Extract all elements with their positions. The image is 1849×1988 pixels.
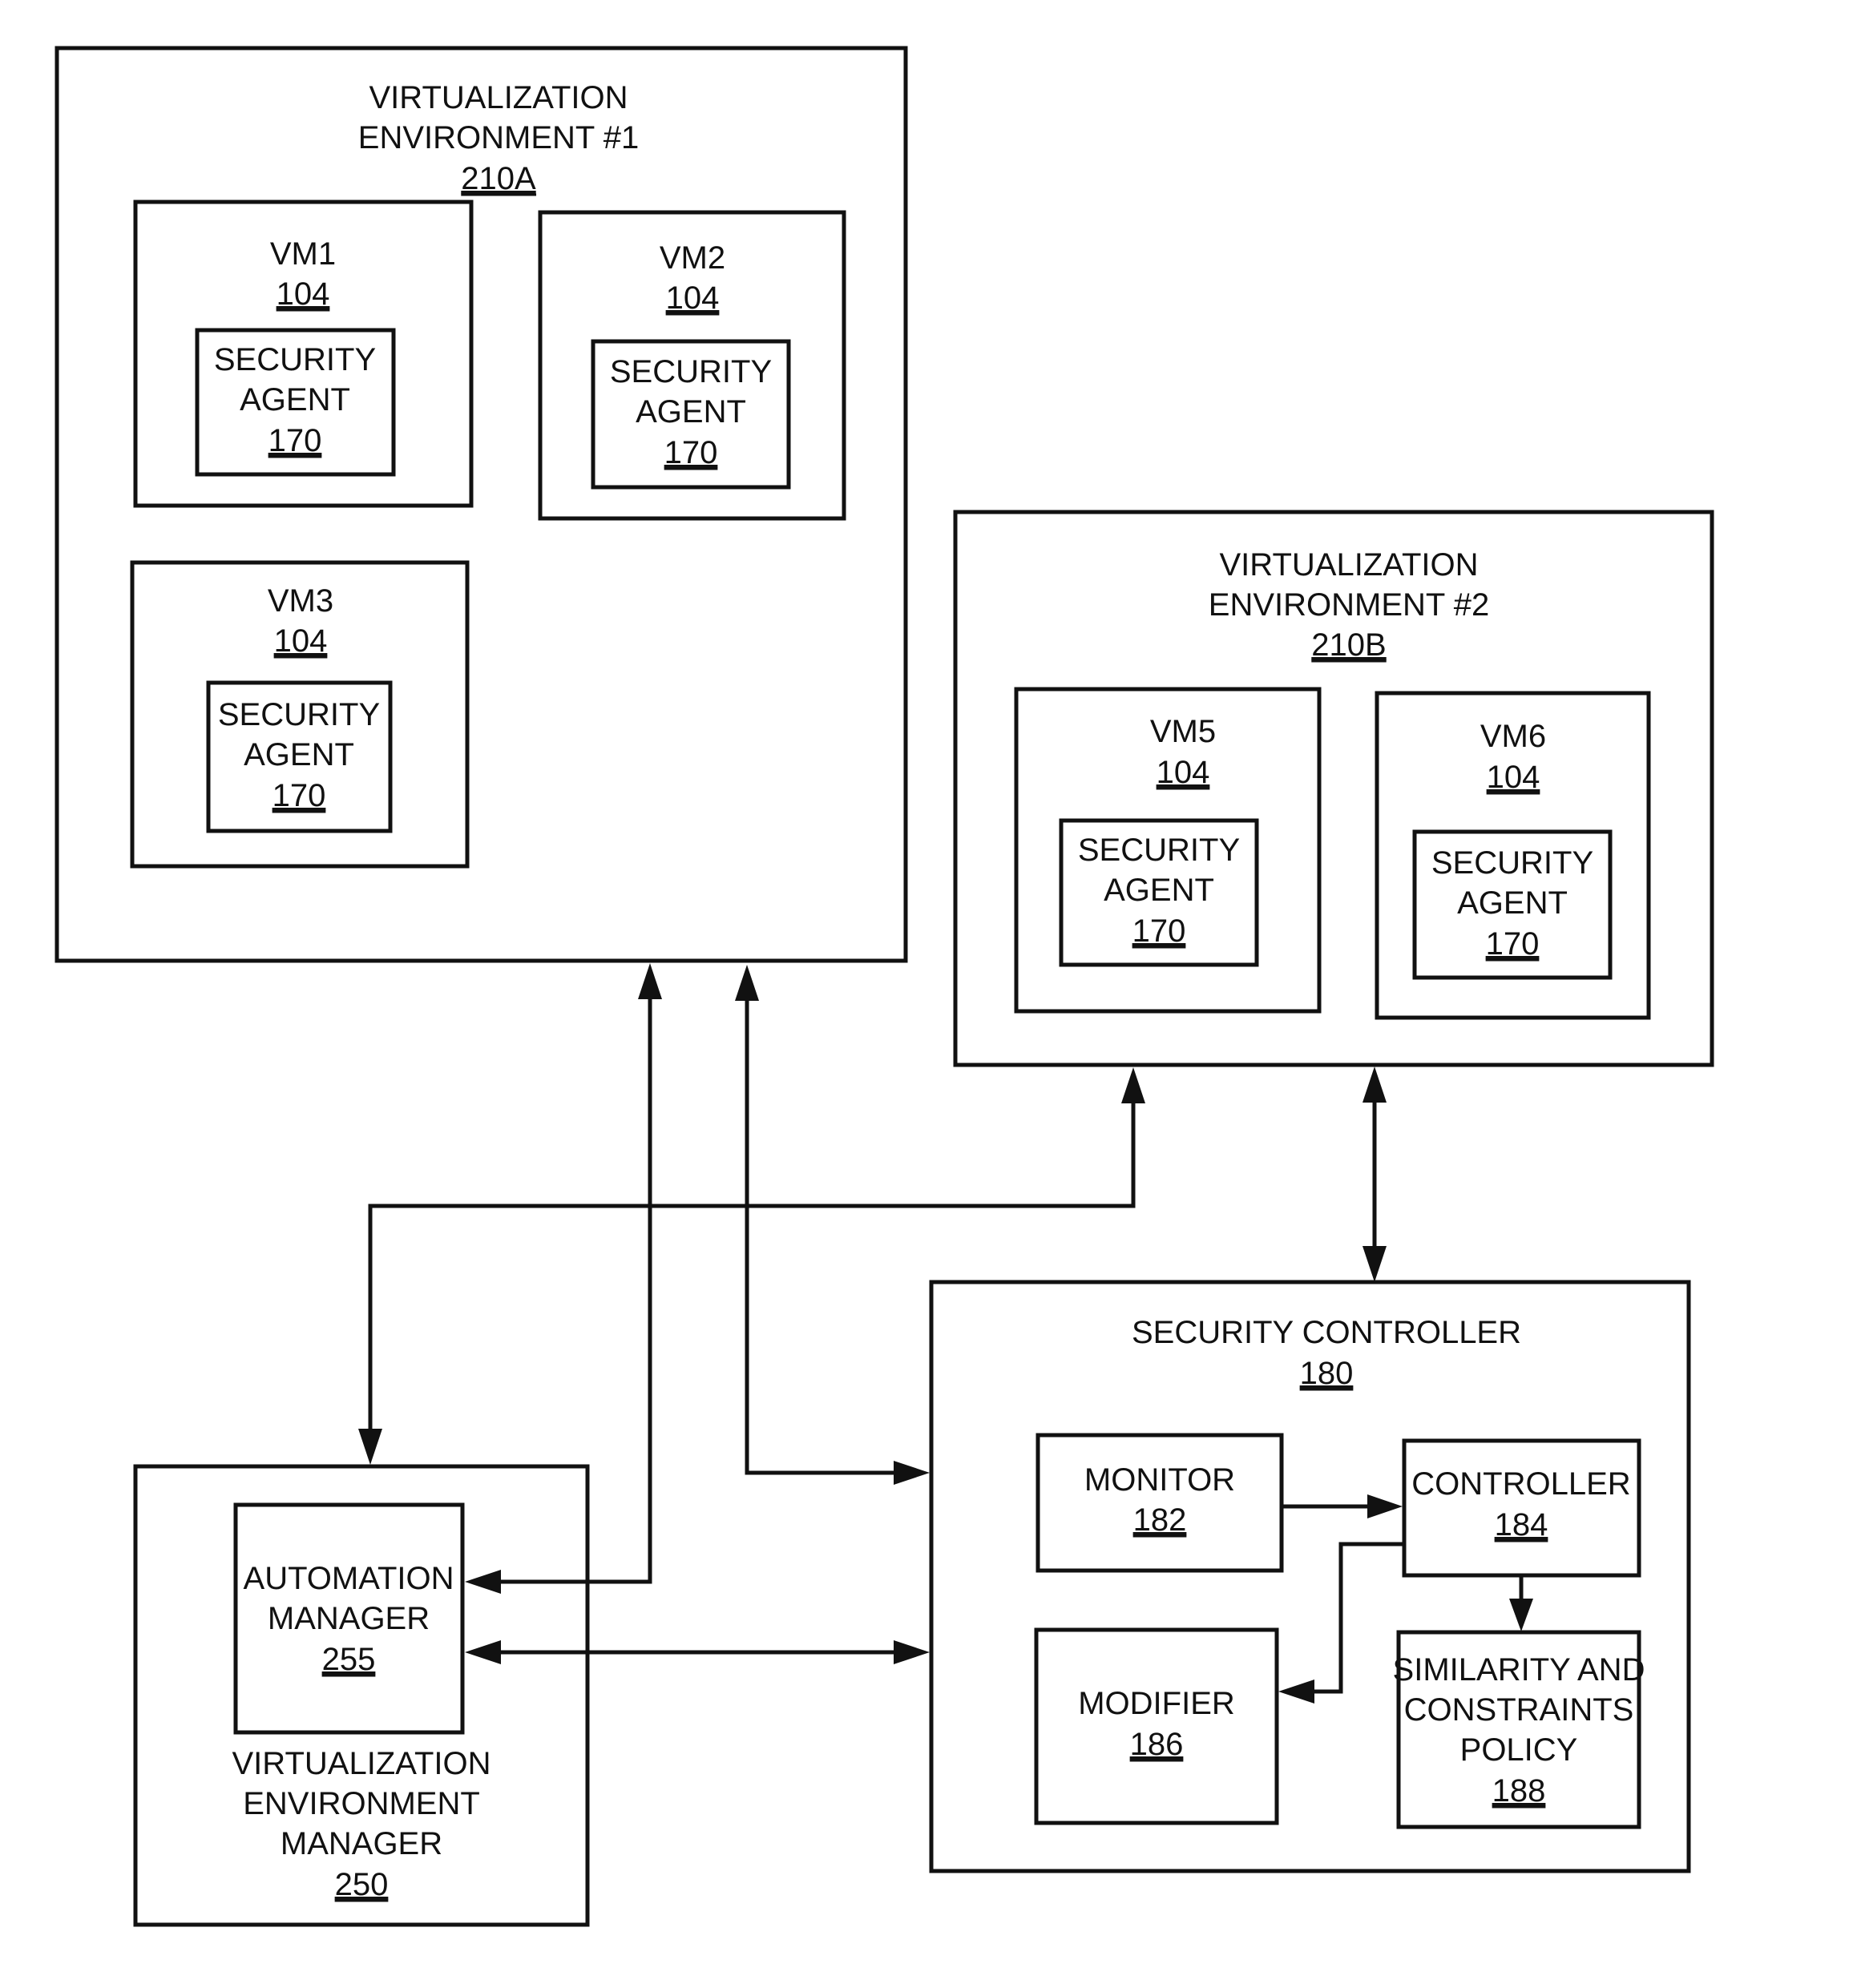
vm1: VM1 104 SECURITY AGENT 170	[133, 200, 474, 508]
controller-ref: 184	[1495, 1507, 1548, 1542]
agent-label-line2: AGENT	[636, 394, 746, 429]
agent-ref: 170	[664, 435, 718, 470]
env-manager-label-line2: ENVIRONMENT	[243, 1786, 480, 1821]
agent-label-line2: AGENT	[244, 737, 354, 772]
vm6-ref: 104	[1487, 760, 1540, 795]
virtualization-environment-1: VIRTUALIZATION ENVIRONMENT #1 210A VM1 1…	[55, 46, 908, 963]
policy-label-line1: SIMILARITY AND	[1393, 1652, 1645, 1688]
env2-title-line2: ENVIRONMENT #2	[1209, 587, 1489, 623]
env2-title-line1: VIRTUALIZATION	[1219, 547, 1478, 583]
env1-title-line1: VIRTUALIZATION	[369, 80, 628, 115]
security-agent-vm2: SECURITY AGENT 170	[591, 339, 791, 490]
controller: CONTROLLER 184	[1402, 1438, 1641, 1578]
automation-ref: 255	[322, 1642, 376, 1677]
modifier-label: MODIFIER	[1078, 1686, 1235, 1721]
agent-ref: 170	[1486, 926, 1540, 962]
monitor: MONITOR 182	[1036, 1433, 1284, 1573]
monitor-ref: 182	[1133, 1502, 1187, 1538]
arrowhead-right-icon	[894, 1461, 930, 1485]
virtualization-environment-manager: AUTOMATION MANAGER 255 VIRTUALIZATION EN…	[133, 1464, 590, 1927]
env-manager-ref: 250	[335, 1867, 389, 1902]
agent-label-line2: AGENT	[240, 382, 350, 417]
security-agent-vm5: SECURITY AGENT 170	[1059, 818, 1259, 967]
modifier: MODIFIER 186	[1034, 1627, 1279, 1825]
vm2-ref: 104	[666, 280, 720, 316]
agent-label-line2: AGENT	[1457, 885, 1568, 921]
vm5-ref: 104	[1157, 755, 1210, 790]
arrowhead-down-icon	[358, 1429, 382, 1465]
connector-env1-security-controller	[735, 965, 930, 1485]
policy-label-line2: CONSTRAINTS	[1404, 1692, 1634, 1728]
vm5: VM5 104 SECURITY AGENT 170	[1014, 687, 1322, 1014]
arrowhead-down-icon	[1363, 1246, 1387, 1282]
env2-ref: 210B	[1311, 627, 1386, 663]
agent-label-line1: SECURITY	[214, 342, 376, 377]
arrowhead-up-icon	[1121, 1067, 1145, 1103]
env-manager-label-line1: VIRTUALIZATION	[232, 1746, 491, 1781]
agent-label-line1: SECURITY	[1078, 833, 1240, 868]
monitor-label: MONITOR	[1084, 1462, 1235, 1498]
connector-env2-security-controller	[1363, 1067, 1387, 1282]
security-agent-vm6: SECURITY AGENT 170	[1412, 829, 1613, 980]
virtualization-environment-2: VIRTUALIZATION ENVIRONMENT #2 210B VM5 1…	[953, 510, 1714, 1067]
arrowhead-up-icon	[735, 965, 759, 1001]
modifier-ref: 186	[1130, 1727, 1184, 1762]
agent-label-line2: AGENT	[1104, 873, 1214, 908]
automation-label-line2: MANAGER	[268, 1601, 430, 1636]
vm1-ref: 104	[277, 276, 330, 312]
vm5-name: VM5	[1150, 714, 1216, 749]
arrowhead-right-icon	[894, 1640, 930, 1664]
agent-ref: 170	[273, 778, 326, 813]
similarity-constraints-policy: SIMILARITY AND CONSTRAINTS POLICY 188	[1393, 1630, 1645, 1829]
security-controller-ref: 180	[1300, 1356, 1354, 1391]
vm1-name: VM1	[270, 236, 336, 272]
policy-label-line3: POLICY	[1460, 1732, 1578, 1768]
agent-ref: 170	[1132, 913, 1186, 949]
vm3-ref: 104	[274, 623, 328, 659]
policy-ref: 188	[1492, 1773, 1546, 1809]
arrowhead-up-icon	[638, 963, 662, 999]
agent-label-line1: SECURITY	[218, 697, 380, 732]
automation-label-line1: AUTOMATION	[244, 1561, 454, 1596]
arrowhead-up-icon	[1363, 1067, 1387, 1103]
security-controller-title: SECURITY CONTROLLER	[1132, 1315, 1521, 1350]
vm6-name: VM6	[1480, 719, 1546, 754]
vm2-name: VM2	[660, 240, 725, 276]
agent-ref: 170	[268, 423, 322, 458]
security-agent-vm3: SECURITY AGENT 170	[206, 680, 393, 833]
security-agent-vm1: SECURITY AGENT 170	[195, 328, 396, 477]
vm3: VM3 104 SECURITY AGENT 170	[130, 560, 470, 869]
env1-title-line2: ENVIRONMENT #1	[358, 120, 639, 155]
vm3-name: VM3	[268, 583, 333, 619]
env-manager-label-line3: MANAGER	[281, 1826, 442, 1861]
security-controller: SECURITY CONTROLLER 180 MONITOR 182 CONT…	[929, 1280, 1691, 1873]
automation-manager: AUTOMATION MANAGER 255	[233, 1502, 465, 1735]
env1-ref: 210A	[461, 161, 536, 196]
vm2: VM2 104 SECURITY AGENT 170	[538, 210, 846, 521]
vm6: VM6 104 SECURITY AGENT 170	[1375, 691, 1651, 1020]
agent-label-line1: SECURITY	[610, 354, 772, 389]
controller-label: CONTROLLER	[1411, 1466, 1630, 1502]
architecture-diagram: VIRTUALIZATION ENVIRONMENT #1 210A VM1 1…	[55, 46, 1714, 1927]
agent-label-line1: SECURITY	[1431, 845, 1593, 881]
